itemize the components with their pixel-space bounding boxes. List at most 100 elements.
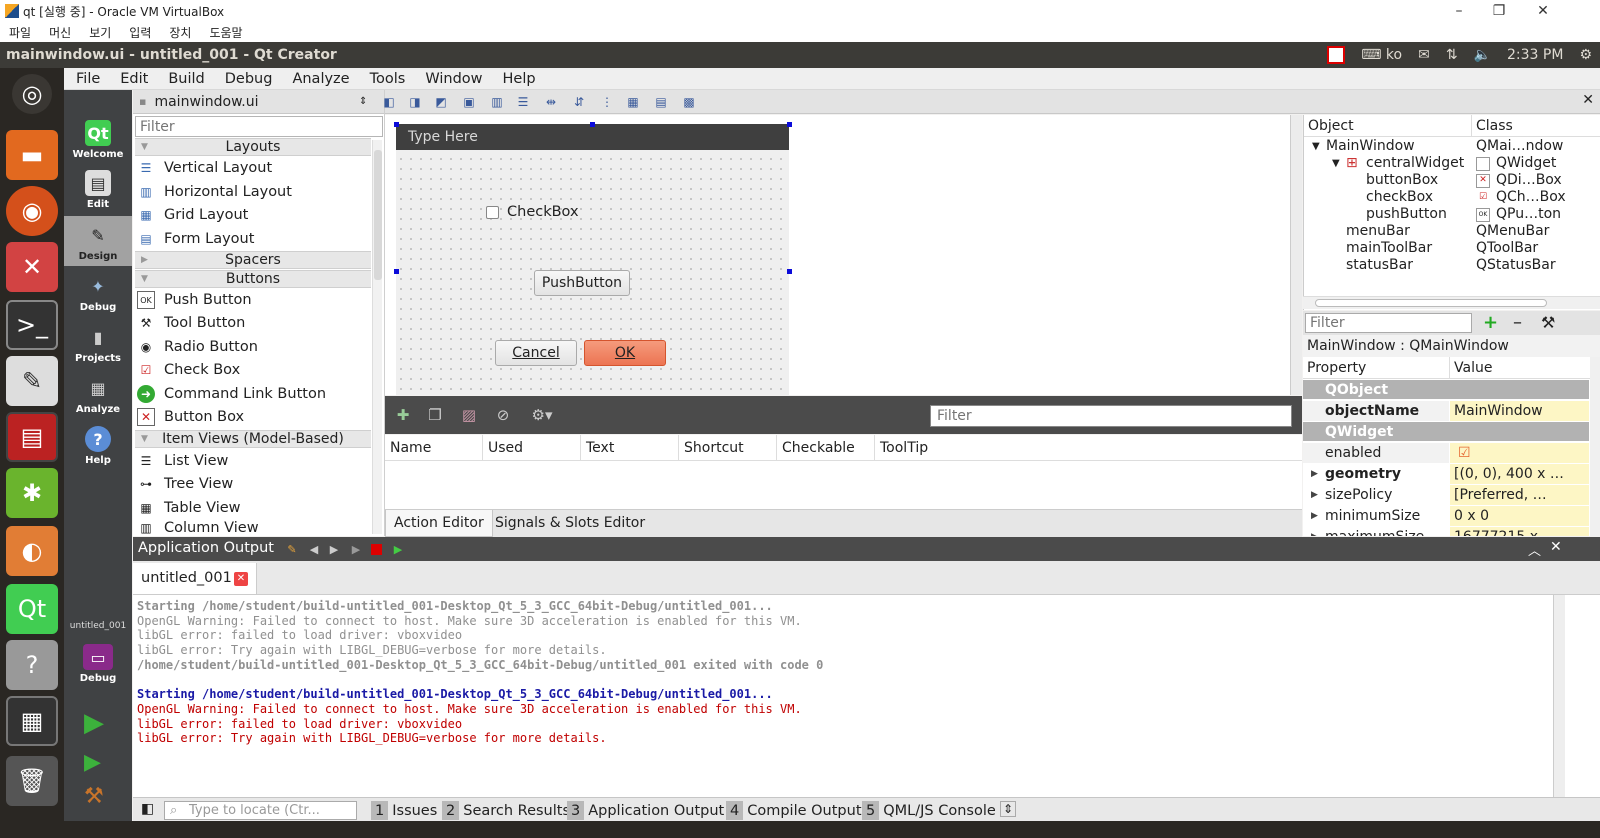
category-spacers[interactable]: ▶ Spacers <box>135 251 371 269</box>
object-row-buttonbox[interactable]: buttonBox ✕ QDi…Box <box>1304 172 1600 189</box>
object-row-statusbar[interactable]: statusBar QStatusBar <box>1304 257 1600 274</box>
widget-form-layout[interactable]: ▤ Form Layout <box>137 228 371 250</box>
form-canvas[interactable]: Type Here CheckBox PushButton Cancel OK <box>385 115 1290 395</box>
network-icon[interactable]: ⇅ <box>1446 47 1458 63</box>
reattach-icon[interactable]: ✎ <box>285 542 299 556</box>
run-icon[interactable]: ▶ <box>84 708 104 738</box>
attach-debugger-icon[interactable]: ▶ <box>391 542 405 556</box>
category-buttons[interactable]: ▼ Buttons <box>135 270 371 288</box>
form-menubar-type-here[interactable]: Type Here <box>396 124 789 150</box>
maximize-button[interactable]: ❐ <box>1476 0 1522 22</box>
action-filter-input[interactable] <box>930 405 1292 427</box>
property-value[interactable]: [Preferred, … <box>1450 485 1589 505</box>
form-push-button[interactable]: PushButton <box>534 270 630 296</box>
open-form-name[interactable]: mainwindow.ui <box>154 94 258 110</box>
record-indicator-icon[interactable] <box>1327 46 1346 64</box>
col-value[interactable]: Value <box>1450 357 1589 378</box>
file-dropdown-icon[interactable]: ⇕ <box>359 96 367 107</box>
widget-vertical-layout[interactable]: ☰ Vertical Layout <box>137 157 371 179</box>
remote-desktop-icon[interactable]: ▤ <box>6 412 58 462</box>
object-row-pushbutton[interactable]: pushButton OK QPu…ton <box>1304 206 1600 223</box>
host-menu-file[interactable]: 파일 <box>0 24 40 41</box>
close-tab-icon[interactable]: ✕ <box>234 572 248 586</box>
host-menu-view[interactable]: 보기 <box>80 24 120 41</box>
col-name[interactable]: Name <box>385 435 483 461</box>
host-menu-help[interactable]: 도움말 <box>200 24 251 41</box>
property-value[interactable]: MainWindow <box>1450 401 1589 421</box>
widget-check-box[interactable]: ☑ Check Box <box>137 359 371 381</box>
close-button[interactable]: ✕ <box>1520 0 1566 22</box>
output-tab-untitled[interactable]: untitled_001 ✕ <box>133 563 257 594</box>
col-class[interactable]: Class <box>1472 115 1582 136</box>
workspace-switcher-icon[interactable]: ▦ <box>6 696 58 746</box>
toggle-sidebar-icon[interactable]: ◧ <box>141 801 154 817</box>
mode-analyze[interactable]: ▦ Analyze <box>64 369 132 419</box>
output-scrollbar[interactable] <box>1553 595 1600 797</box>
system-settings-icon[interactable]: ✕ <box>6 242 58 292</box>
menu-build[interactable]: Build <box>156 71 212 87</box>
object-row-checkbox[interactable]: checkBox ☑ QCh…Box <box>1304 189 1600 206</box>
checkbox-square[interactable] <box>486 205 499 219</box>
property-row-geometry[interactable]: ▶ geometry [(0, 0), 400 x … <box>1303 464 1589 484</box>
prev-item-icon[interactable]: ◀ <box>307 542 321 556</box>
mode-design[interactable]: ✎ Design <box>64 216 132 266</box>
files-icon[interactable]: ▬ <box>6 130 58 180</box>
selection-handle[interactable] <box>590 122 595 127</box>
widget-command-link-button[interactable]: ➜ Command Link Button <box>137 383 371 405</box>
widget-filter-input[interactable] <box>135 116 383 137</box>
host-menu-machine[interactable]: 머신 <box>40 24 80 41</box>
category-item-views[interactable]: ▼ Item Views (Model-Based) <box>135 430 371 448</box>
layout-splitter-h-icon[interactable]: ⇹ <box>543 94 559 110</box>
scrollbar-thumb[interactable] <box>1315 299 1547 307</box>
selection-handle[interactable] <box>394 122 399 127</box>
property-row-objectname[interactable]: objectName MainWindow <box>1303 401 1589 421</box>
volume-icon[interactable]: 🔈 <box>1474 47 1491 63</box>
keyboard-indicator[interactable]: ⌨ ko <box>1361 47 1402 63</box>
form-ok-button[interactable]: OK <box>584 340 666 366</box>
menu-debug[interactable]: Debug <box>213 71 281 87</box>
mode-help[interactable]: ? Help <box>64 420 132 470</box>
layout-splitter-v-icon[interactable]: ⇵ <box>571 94 587 110</box>
firefox-icon[interactable]: ◉ <box>6 186 58 236</box>
layout-form-icon[interactable]: ⋮ <box>599 94 615 110</box>
stop-icon[interactable] <box>371 544 382 555</box>
col-text[interactable]: Text <box>581 435 679 461</box>
more-panes-icon[interactable]: ⇕ <box>1000 801 1017 817</box>
canvas-scrollbar[interactable] <box>1290 115 1302 395</box>
edit-buddies-icon[interactable]: ◩ <box>433 94 449 110</box>
edit-signals-slots-icon[interactable]: ◨ <box>407 94 423 110</box>
debug-run-icon[interactable]: ▶ <box>84 750 101 775</box>
add-dynamic-property-icon[interactable]: + <box>1483 312 1498 333</box>
mode-projects[interactable]: ▮ Projects <box>64 318 132 368</box>
form-cancel-button[interactable]: Cancel <box>495 340 577 366</box>
selection-handle[interactable] <box>787 269 792 274</box>
property-row-minimumsize[interactable]: ▶ minimumSize 0 x 0 <box>1303 506 1589 526</box>
application-output-log[interactable]: Starting /home/student/build-untitled_00… <box>133 595 1553 797</box>
bug-app-icon[interactable]: ✱ <box>6 468 58 518</box>
blender-like-icon[interactable]: ◐ <box>6 526 58 576</box>
property-editor-scrollbar[interactable] <box>1590 357 1600 536</box>
action-table[interactable]: Name Used Text Shortcut Checkable ToolTi… <box>385 435 1302 509</box>
configure-wrench-icon[interactable]: ⚒ <box>1541 313 1555 332</box>
copy-action-icon[interactable]: ❐ <box>425 406 445 424</box>
widget-push-button[interactable]: OK Push Button <box>137 289 371 311</box>
menu-edit[interactable]: Edit <box>108 71 156 87</box>
col-used[interactable]: Used <box>483 435 581 461</box>
designed-form[interactable]: Type Here CheckBox PushButton Cancel OK <box>396 124 789 395</box>
close-editor-icon[interactable]: ✕ <box>1582 92 1594 108</box>
maximize-pane-icon[interactable]: ︿ <box>1528 540 1541 559</box>
kit-selector[interactable]: ▭ Debug <box>64 636 132 688</box>
col-tooltip[interactable]: ToolTip <box>875 435 1302 461</box>
new-action-icon[interactable]: ✚ <box>393 406 413 424</box>
menu-file[interactable]: File <box>64 71 108 87</box>
remove-property-icon[interactable]: – <box>1513 312 1522 333</box>
object-row-mainwindow[interactable]: ▼ MainWindow QMai…ndow <box>1304 138 1600 155</box>
widget-tree-view[interactable]: ⊶ Tree View <box>137 473 371 495</box>
locator-input[interactable]: ⌕ Type to locate (Ctr... <box>164 801 357 820</box>
mode-edit[interactable]: ▤ Edit <box>64 164 132 214</box>
mode-debug[interactable]: ✦ Debug <box>64 267 132 317</box>
property-group-qobject[interactable]: QObject <box>1303 380 1589 400</box>
col-object[interactable]: Object <box>1304 115 1472 136</box>
break-layout-icon[interactable]: ▤ <box>653 94 669 110</box>
rerun-icon[interactable]: ▶ <box>349 542 363 556</box>
